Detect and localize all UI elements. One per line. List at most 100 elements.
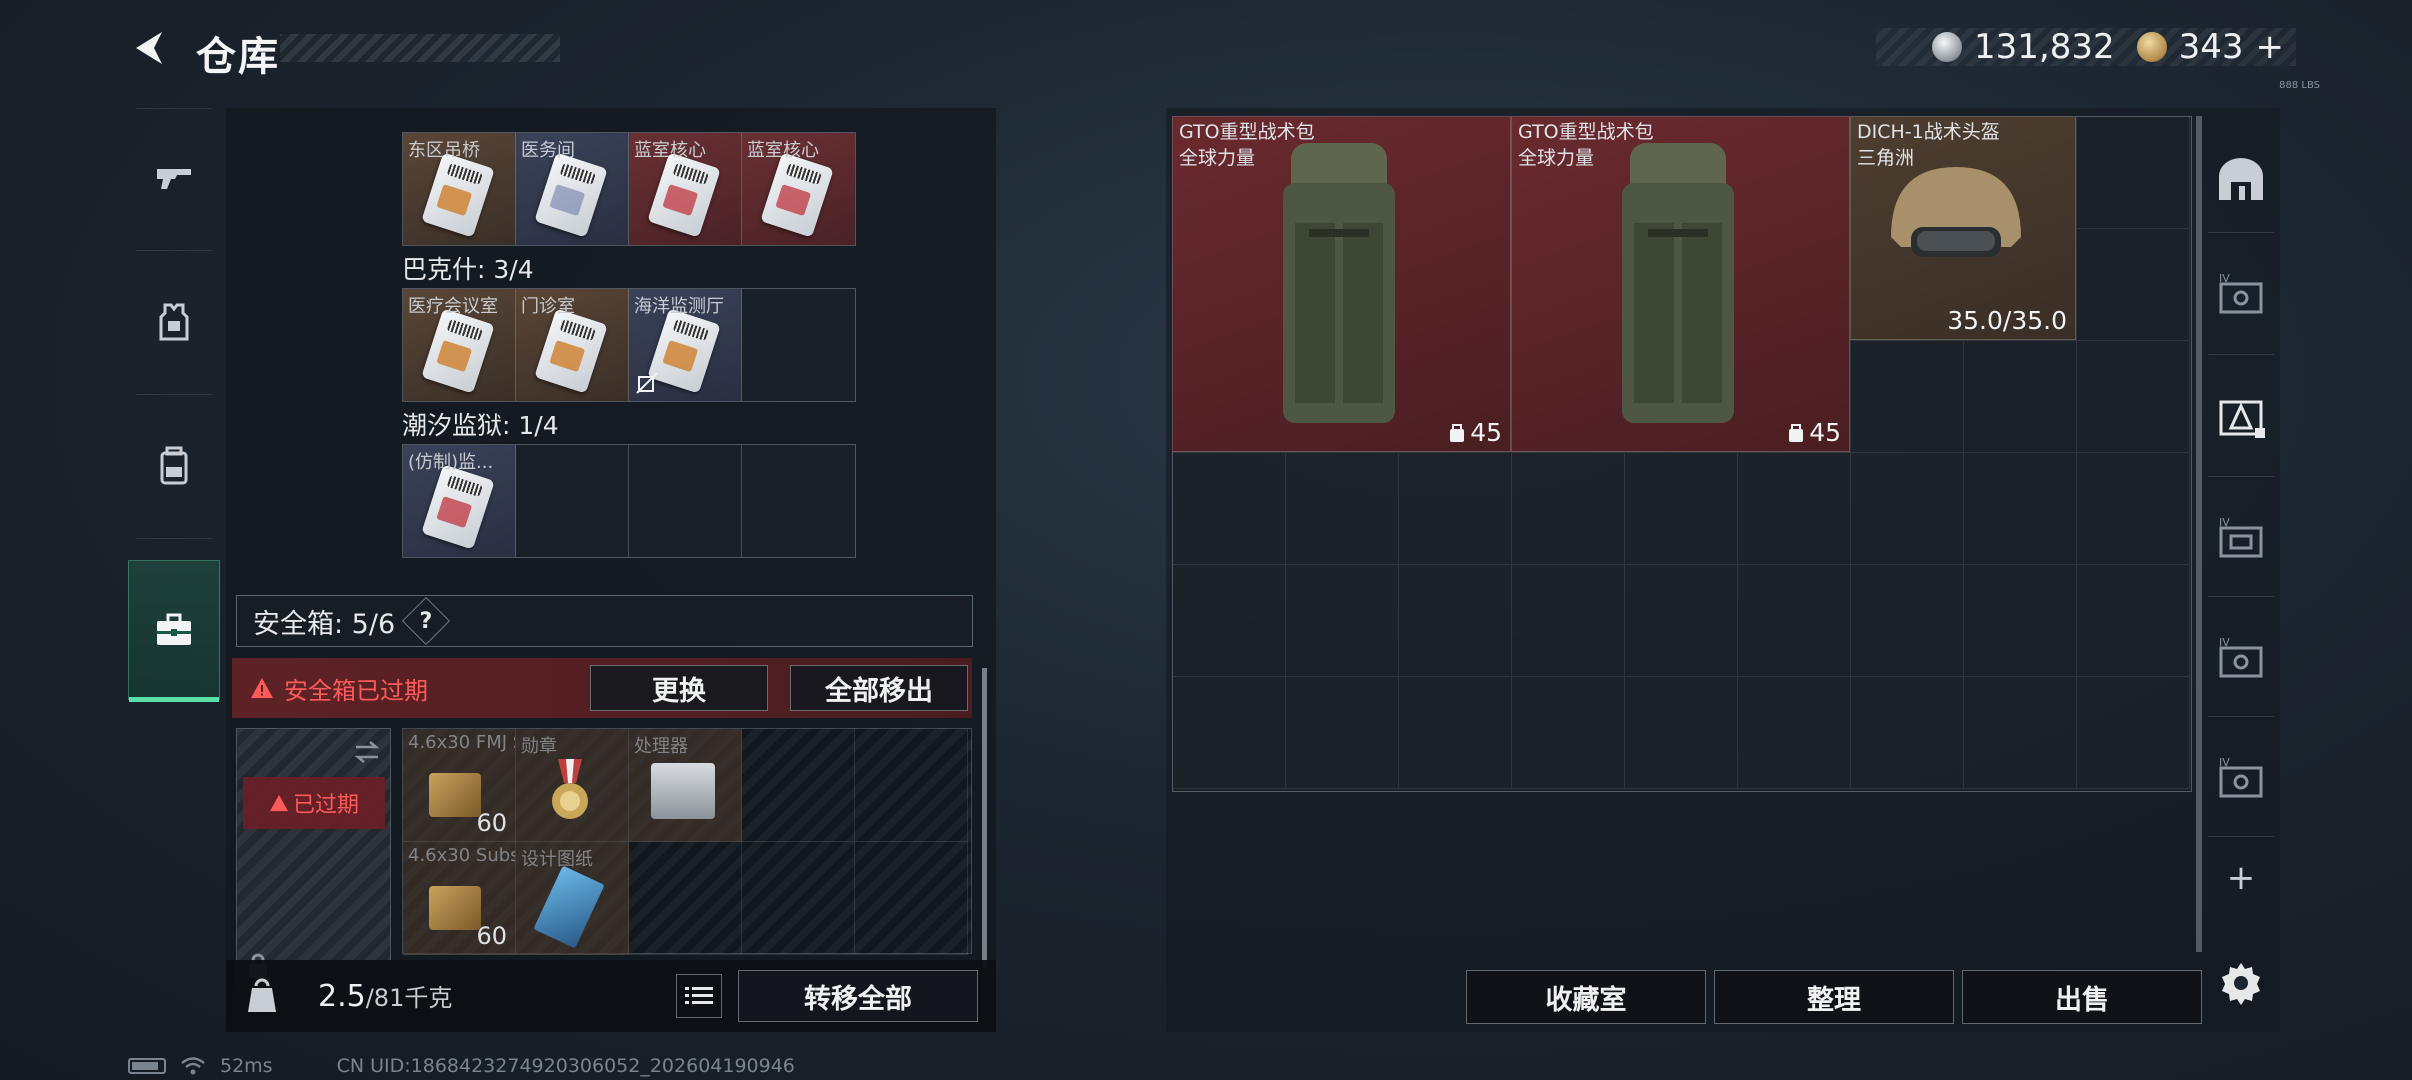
keycard-slot[interactable]: 医务间 xyxy=(516,133,629,245)
stash-grid-cell[interactable] xyxy=(1964,453,2077,565)
stash-grid-cell[interactable] xyxy=(1399,565,1512,677)
empty-slot[interactable] xyxy=(516,445,629,557)
keycard-slot[interactable]: 蓝室核心 xyxy=(629,133,742,245)
stash-grid-cell[interactable] xyxy=(1286,453,1399,565)
safe-case-slot[interactable]: 已过期 xyxy=(236,728,391,992)
stash-grid-cell[interactable] xyxy=(1286,677,1399,789)
empty-slot[interactable] xyxy=(742,445,855,557)
stash-grid-cell[interactable] xyxy=(1512,677,1625,789)
stash-item-backpack[interactable]: GTO重型战术包 全球力量 45 xyxy=(1172,116,1511,452)
nav-weapons[interactable] xyxy=(128,108,220,248)
stash-grid-cell[interactable] xyxy=(2077,229,2190,341)
stash-grid-cell[interactable] xyxy=(1851,565,1964,677)
scrollbar[interactable] xyxy=(982,668,987,968)
stash-grid-cell[interactable] xyxy=(1738,453,1851,565)
empty-slot[interactable] xyxy=(742,289,855,401)
medal-image xyxy=(552,759,588,819)
vault-tab[interactable] xyxy=(2202,128,2280,232)
list-view-button[interactable] xyxy=(676,974,722,1018)
stash-item-backpack[interactable]: GTO重型战术包 全球力量 45 xyxy=(1511,116,1850,452)
empty-slot[interactable] xyxy=(855,842,968,955)
stash-grid-cell[interactable] xyxy=(1173,677,1286,789)
keycard-slot[interactable]: 东区吊桥 xyxy=(403,133,516,245)
transfer-all-button[interactable]: 转移全部 xyxy=(738,970,978,1022)
stash-grid-cell[interactable] xyxy=(2077,565,2190,677)
back-button[interactable] xyxy=(128,26,172,70)
empty-slot[interactable] xyxy=(629,842,742,955)
empty-slot[interactable] xyxy=(742,729,855,842)
safe-item[interactable]: 设计图纸 xyxy=(516,842,629,955)
help-button[interactable]: ? xyxy=(402,596,451,646)
add-storage-button[interactable]: + xyxy=(2202,848,2280,908)
sell-button[interactable]: 出售 xyxy=(1962,970,2202,1024)
stash-grid-cell[interactable] xyxy=(2077,341,2190,453)
safe-item[interactable]: 勋章 xyxy=(516,729,629,842)
move-all-out-button[interactable]: 全部移出 xyxy=(790,665,968,711)
svg-text:IV: IV xyxy=(2219,516,2230,529)
stash-grid-cell[interactable] xyxy=(1738,677,1851,789)
stash-tool-strip: IV IV IV IV + xyxy=(2202,108,2280,1032)
nav-backpack[interactable] xyxy=(128,396,220,536)
keycard-label: 蓝室核心 xyxy=(747,140,819,161)
stash-grid-cell[interactable] xyxy=(1173,453,1286,565)
weapon-icon xyxy=(157,169,191,189)
storage-expand-tab[interactable] xyxy=(2202,364,2280,468)
settings-button[interactable] xyxy=(2202,938,2280,1028)
stash-grid-cell[interactable] xyxy=(1512,565,1625,677)
stash-grid-cell[interactable] xyxy=(1738,565,1851,677)
stash-grid-cell[interactable] xyxy=(1964,677,2077,789)
keycard-slot[interactable]: (仿制)监... xyxy=(403,445,516,557)
warning-icon xyxy=(269,794,288,812)
currency-bar: 131,832 343 + xyxy=(1876,27,2296,67)
svg-text:IV: IV xyxy=(2219,756,2230,769)
replace-button[interactable]: 更换 xyxy=(590,665,768,711)
nav-safe-case[interactable] xyxy=(128,560,220,702)
stash-grid-cell[interactable] xyxy=(2077,677,2190,789)
collection-room-button[interactable]: 收藏室 xyxy=(1466,970,1706,1024)
keycard-row-tidal-prison: (仿制)监... xyxy=(402,444,856,558)
keycard-slot[interactable]: 医疗会议室 xyxy=(403,289,516,401)
stash-grid-cell[interactable] xyxy=(2077,453,2190,565)
stash-grid-cell[interactable] xyxy=(2077,117,2190,229)
stash-grid-cell[interactable] xyxy=(1851,677,1964,789)
stash-grid-cell[interactable] xyxy=(1964,341,2077,453)
stash-grid-cell[interactable] xyxy=(1625,453,1738,565)
stash-grid-cell[interactable] xyxy=(1399,677,1512,789)
storage-tab[interactable]: IV xyxy=(2202,606,2280,710)
empty-slot[interactable] xyxy=(855,729,968,842)
item-capacity: 45 xyxy=(1787,418,1841,447)
stash-grid-cell[interactable] xyxy=(1286,565,1399,677)
keycard-image xyxy=(534,308,608,394)
nav-vest[interactable] xyxy=(128,252,220,392)
stash-grid-cell[interactable] xyxy=(1512,453,1625,565)
processor-image xyxy=(651,763,715,819)
item-name: GTO重型战术包 xyxy=(1179,121,1315,143)
stash-grid-cell[interactable] xyxy=(1625,565,1738,677)
safe-item[interactable]: 处理器 xyxy=(629,729,742,842)
stash-grid-cell[interactable] xyxy=(1964,565,2077,677)
expired-warning-bar: 安全箱已过期 更换 全部移出 xyxy=(232,658,972,718)
safe-item[interactable]: 4.6x30 Subsonic 60 xyxy=(403,842,516,955)
item-capacity: 45 xyxy=(1448,418,1502,447)
safe-item[interactable]: 4.6x30 FMJ SX 60 xyxy=(403,729,516,842)
stash-grid-cell[interactable] xyxy=(1173,565,1286,677)
sort-button[interactable]: 整理 xyxy=(1714,970,1954,1024)
storage-tab[interactable]: IV xyxy=(2202,242,2280,346)
add-currency-button[interactable]: + xyxy=(2256,27,2285,67)
backpack-image xyxy=(1622,143,1734,423)
keycard-slot[interactable]: 海洋监测厅 xyxy=(629,289,742,401)
stash-grid-cell[interactable] xyxy=(1399,453,1512,565)
stash-grid-cell[interactable] xyxy=(1851,453,1964,565)
stash-grid-cell[interactable] xyxy=(1851,341,1964,453)
keycard-slot[interactable]: 蓝室核心 xyxy=(742,133,855,245)
helmet-image xyxy=(1891,167,2021,257)
keycard-slot[interactable]: 门诊室 xyxy=(516,289,629,401)
backpack-image xyxy=(1283,143,1395,423)
empty-slot[interactable] xyxy=(629,445,742,557)
stash-item-helmet[interactable]: DICH-1战术头盔 三角洲 35.0/35.0 xyxy=(1850,116,2076,340)
storage-tab[interactable]: IV xyxy=(2202,486,2280,590)
empty-slot[interactable] xyxy=(742,842,855,955)
item-name: DICH-1战术头盔 xyxy=(1857,121,2000,143)
storage-tab[interactable]: IV xyxy=(2202,726,2280,830)
stash-grid-cell[interactable] xyxy=(1625,677,1738,789)
